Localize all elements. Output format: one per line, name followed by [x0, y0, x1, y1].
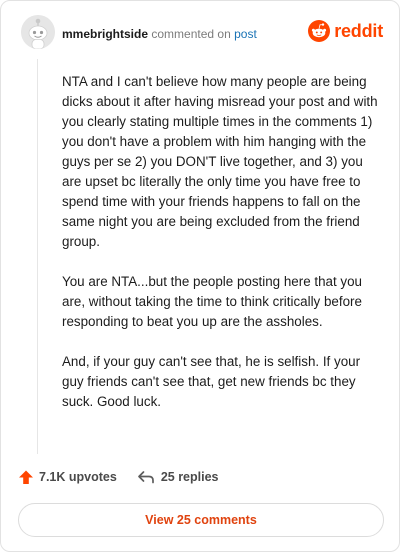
avatar[interactable]: [21, 15, 55, 49]
view-comments-button[interactable]: View 25 comments: [18, 503, 384, 537]
upvote-count: 7.1K upvotes: [39, 470, 117, 484]
comment-body: NTA and I can't believe how many people …: [62, 72, 378, 432]
comment-actions: 7.1K upvotes 25 replies: [18, 469, 219, 485]
upvote-button[interactable]: 7.1K upvotes: [18, 469, 117, 485]
post-link[interactable]: post: [234, 27, 257, 41]
replies-button[interactable]: 25 replies: [137, 470, 219, 484]
username-link[interactable]: mmebrightside: [62, 27, 148, 41]
reddit-wordmark: reddit: [334, 21, 383, 41]
reply-arrow-icon: [137, 471, 154, 484]
action-text: commented on: [151, 27, 231, 41]
upvote-arrow-icon: [19, 470, 33, 484]
snoo-avatar-icon: [21, 15, 55, 49]
reddit-logo[interactable]: reddit: [308, 20, 383, 42]
reply-count: 25 replies: [160, 470, 219, 484]
comment-header: mmebrightside commented on post: [62, 26, 257, 42]
comment-paragraph: NTA and I can't believe how many people …: [62, 74, 378, 249]
reddit-snoo-icon: [308, 20, 331, 42]
comment-paragraph: You are NTA...but the people posting her…: [62, 274, 363, 329]
comment-card: mmebrightside commented on post reddit N…: [0, 0, 400, 552]
comment-paragraph: And, if your guy can't see that, he is s…: [62, 354, 361, 409]
thread-line[interactable]: [37, 59, 38, 454]
